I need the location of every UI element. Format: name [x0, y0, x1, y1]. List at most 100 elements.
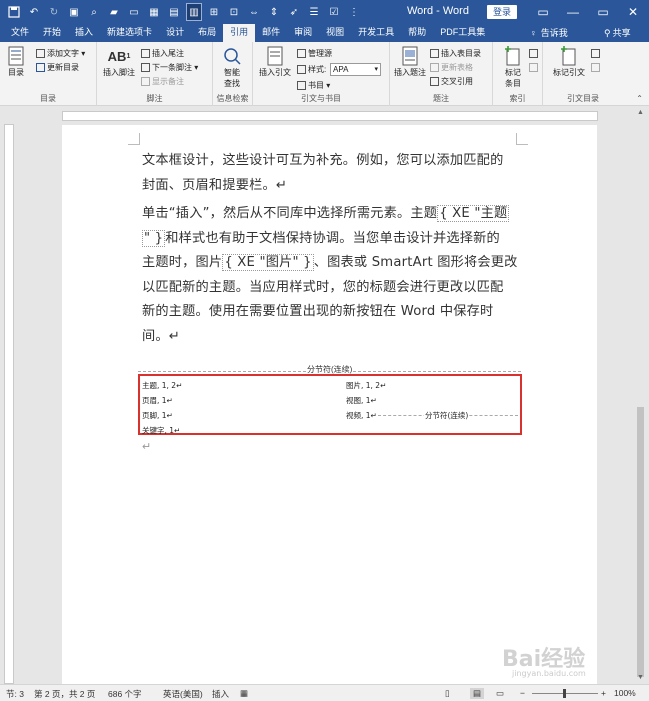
show-notes-button[interactable]: 显示备注 — [141, 76, 184, 87]
group-captions: 插入题注 插入表目录 更新表格 交叉引用 题注 — [390, 42, 493, 106]
tell-me-box[interactable]: ♀ 告诉我 — [530, 24, 568, 42]
undo-icon[interactable]: ↶ — [26, 3, 42, 21]
zoom-out-button[interactable]: − — [520, 688, 525, 698]
pointer-icon[interactable]: ➶ — [286, 3, 302, 21]
search-doc-icon[interactable]: ⌕ — [86, 3, 102, 21]
manage-sources-button[interactable]: 管理源 — [297, 48, 332, 59]
ribbon-display-icon[interactable]: ▭ — [528, 0, 558, 24]
checkbox-icon[interactable]: ☑ — [326, 3, 342, 21]
new-doc-icon[interactable]: ▭ — [126, 3, 142, 21]
tab-design[interactable]: 设计 — [159, 24, 191, 42]
insert-citation-button[interactable]: 插入引文 — [259, 46, 291, 78]
zoom-level[interactable]: 100% — [614, 688, 636, 698]
insert-table-of-figures-button[interactable]: 插入表目录 — [430, 48, 481, 59]
index-entry-header: 页眉, 1↵ — [142, 396, 173, 405]
group-research-label: 信息检索 — [216, 94, 249, 103]
tab-references[interactable]: 引用 — [223, 24, 256, 42]
add-text-button[interactable]: 添加文字 ▾ — [36, 48, 85, 59]
crop-mark-right — [516, 133, 528, 145]
tab-developer[interactable]: 开发工具 — [351, 24, 401, 42]
save-icon[interactable] — [6, 3, 22, 21]
update-toc-button[interactable]: 更新目录 — [36, 62, 79, 73]
update-index-small-icon — [529, 63, 538, 72]
redo-icon[interactable]: ↻ — [46, 3, 62, 21]
xe-field-topic[interactable]: { XE "主题 — [437, 205, 510, 222]
insert-caption-button[interactable]: 插入题注 — [394, 46, 426, 78]
spacing-icon[interactable]: ⇔ — [246, 3, 262, 21]
minimize-button[interactable]: — — [558, 0, 588, 24]
update-index-icon[interactable] — [529, 62, 540, 73]
restore-button[interactable]: ▭ — [588, 0, 618, 24]
update-toc-label: 更新目录 — [47, 63, 79, 72]
customize-icon[interactable]: ⋮ — [346, 3, 362, 21]
scroll-down-icon[interactable]: ▼ — [632, 672, 649, 684]
close-button[interactable]: ✕ — [618, 0, 648, 24]
update-toa-icon[interactable] — [591, 62, 602, 73]
tab-pdf-tools[interactable]: PDF工具集 — [433, 24, 492, 42]
share-button[interactable]: ⚲ 共享 — [604, 24, 631, 42]
group-index: 标记 条目 索引 — [493, 42, 543, 106]
vertical-scrollbar[interactable]: ▲ ▼ — [632, 107, 649, 684]
update-table-button[interactable]: 更新表格 — [430, 62, 473, 73]
collapse-ribbon-icon[interactable]: ⌃ — [636, 94, 643, 103]
horizontal-ruler[interactable] — [0, 107, 649, 124]
group-captions-label: 题注 — [433, 94, 449, 103]
tab-layout[interactable]: 布局 — [191, 24, 223, 42]
table-icon[interactable]: ▤ — [166, 3, 182, 21]
zoom-slider-thumb[interactable] — [563, 689, 566, 698]
tab-view[interactable]: 视图 — [319, 24, 351, 42]
insert-endnote-button[interactable]: 插入尾注 — [141, 48, 184, 59]
tab-home[interactable]: 开始 — [36, 24, 68, 42]
citation-style-select[interactable]: APA ▾ — [330, 63, 381, 76]
xe-field-topic-end[interactable]: " } — [142, 229, 166, 247]
next-footnote-button[interactable]: 下一条脚注 ▾ — [141, 62, 198, 73]
update-table-label: 更新表格 — [441, 63, 473, 72]
insert-index-icon[interactable] — [529, 48, 540, 59]
cross-reference-button[interactable]: 交叉引用 — [430, 76, 473, 87]
scroll-thumb[interactable] — [637, 407, 644, 677]
mark-entry-button[interactable]: 标记 条目 — [503, 46, 523, 89]
vertical-ruler[interactable] — [0, 124, 17, 684]
para2-line2b: 和样式也有助于文档保持协调。当您单击设计并选择新的 — [165, 230, 500, 246]
print-layout-icon[interactable]: ▤ — [470, 688, 485, 699]
paragraph-1: 文本框设计，这些设计可互为补充。例如，您可以添加匹配的 封面、页眉和提要栏。↵ — [142, 149, 526, 198]
xe-field-picture[interactable]: { XE "图片" } — [222, 254, 314, 272]
document-icon[interactable]: ▥ — [186, 3, 202, 21]
tab-review[interactable]: 审阅 — [287, 24, 319, 42]
login-button[interactable]: 登录 — [487, 5, 517, 19]
index-section-break-label: 分节符(连续) — [424, 410, 470, 421]
tab-help[interactable]: 帮助 — [401, 24, 433, 42]
zoom-in-button[interactable]: + — [601, 688, 606, 698]
mark-citation-button[interactable]: 标记引文 — [553, 46, 585, 78]
picture-icon[interactable]: ▦ — [146, 3, 162, 21]
toc-button[interactable]: 目录 — [6, 46, 26, 78]
insert-toa-icon[interactable] — [591, 48, 602, 59]
bibliography-button[interactable]: 书目 ▾ — [297, 80, 330, 91]
tab-mailings[interactable]: 邮件 — [255, 24, 287, 42]
status-words[interactable]: 686 个字 — [108, 688, 142, 700]
status-page[interactable]: 第 2 页，共 2 页 — [34, 688, 95, 700]
smart-lookup-button[interactable]: 智能 查找 — [222, 46, 242, 89]
status-section[interactable]: 节: 3 — [6, 688, 24, 700]
scroll-up-icon[interactable]: ▲ — [632, 107, 649, 119]
columns-icon[interactable]: ⊞ — [206, 3, 222, 21]
open-folder-icon[interactable]: ▰ — [106, 3, 122, 21]
insert-footnote-button[interactable]: AB 1 插入脚注 — [103, 46, 135, 78]
read-mode-icon[interactable]: ▯ — [445, 688, 450, 699]
tab-file[interactable]: 文件 — [4, 24, 36, 42]
print-preview-icon[interactable]: ▣ — [66, 3, 82, 21]
tab-insert[interactable]: 插入 — [68, 24, 100, 42]
layout-icon[interactable]: ⊡ — [226, 3, 242, 21]
insert-citation-label: 插入引文 — [259, 68, 291, 77]
status-bar: 节: 3 第 2 页，共 2 页 686 个字 英语(美国) 插入 ▦ ▯ ▤ … — [0, 684, 649, 701]
status-mode[interactable]: 插入 — [212, 688, 229, 700]
macro-record-icon[interactable]: ▦ — [240, 688, 248, 699]
list-icon[interactable]: ☰ — [306, 3, 322, 21]
expand-icon[interactable]: ⇕ — [266, 3, 282, 21]
web-layout-icon[interactable]: ▭ — [496, 688, 504, 699]
index-entry-topic: 主题, 1, 2↵ — [142, 381, 183, 390]
tab-new-tab[interactable]: 新建选项卡 — [100, 24, 159, 42]
index-entry-video: 视频, 1↵ — [346, 411, 377, 420]
document-page[interactable]: 文本框设计，这些设计可互为补充。例如，您可以添加匹配的 封面、页眉和提要栏。↵ … — [62, 125, 597, 685]
status-language[interactable]: 英语(美国) — [163, 688, 203, 700]
